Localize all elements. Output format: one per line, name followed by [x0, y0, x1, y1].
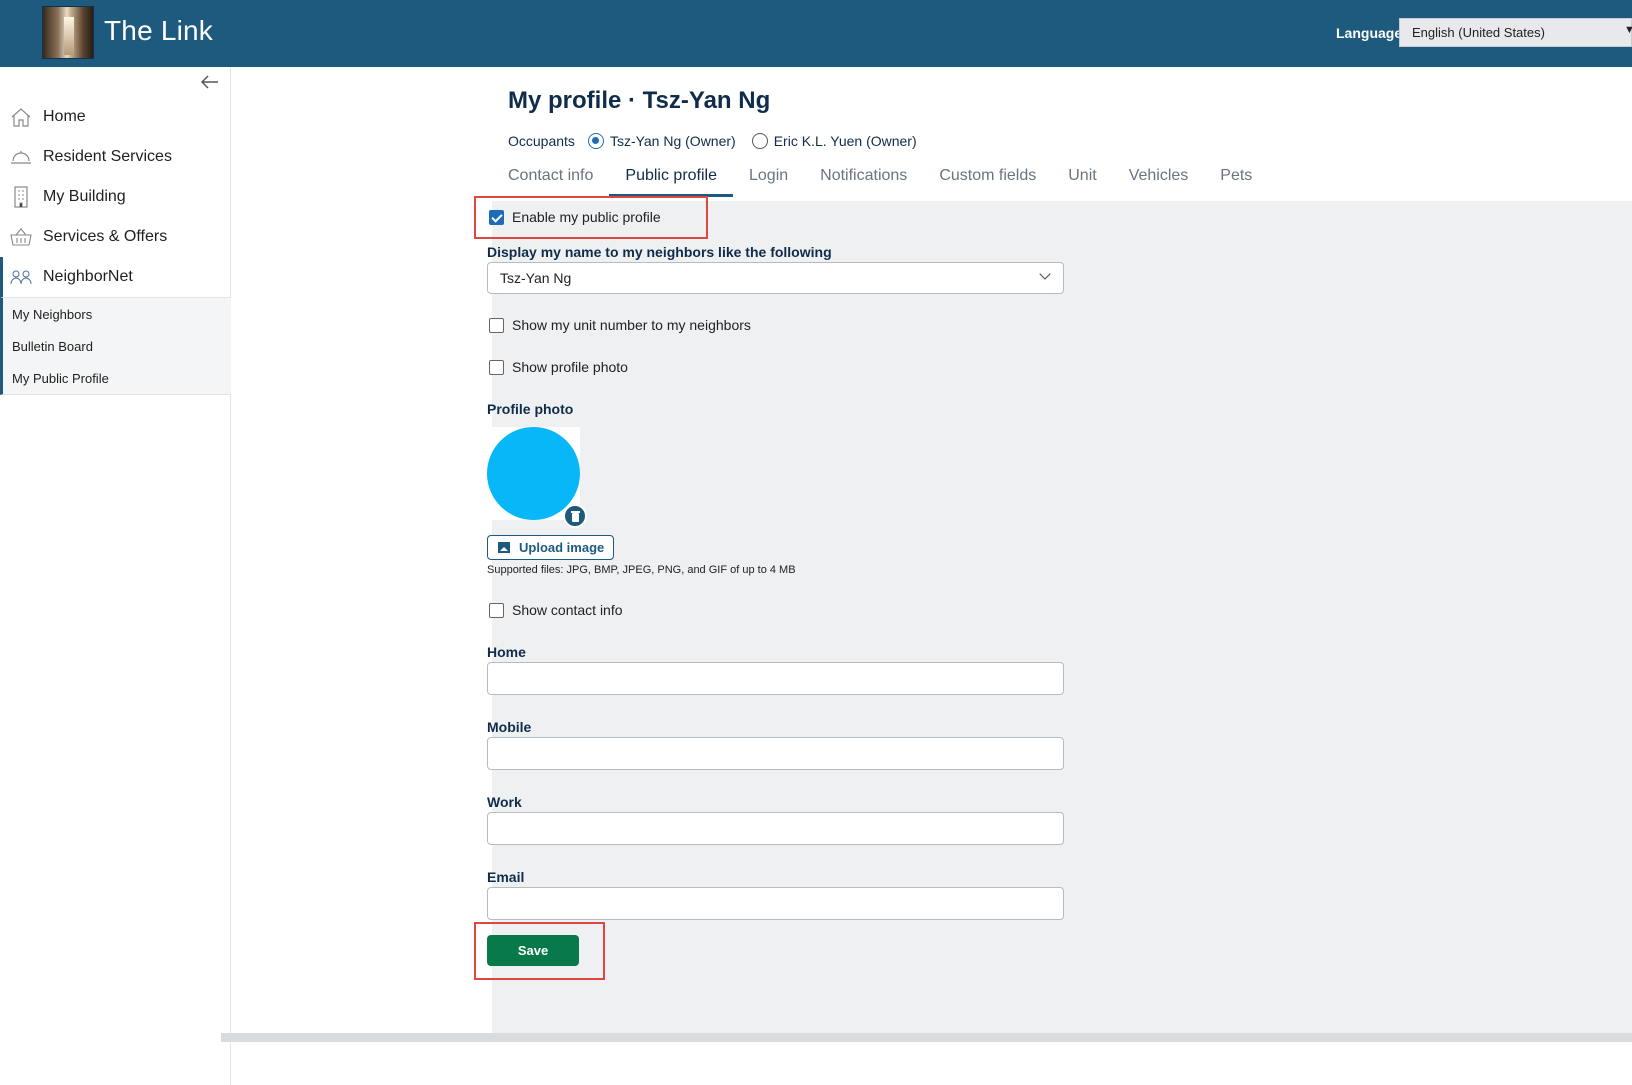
tab-pets[interactable]: Pets [1204, 159, 1268, 197]
occupant-name: Tsz-Yan Ng (Owner) [609, 133, 736, 149]
sidebar-item-label: NeighborNet [43, 268, 133, 285]
sidebar-item-resident-services[interactable]: Resident Services [0, 137, 231, 177]
horizontal-scrollbar[interactable] [221, 1033, 1632, 1042]
upload-hint: Supported files: JPG, BMP, JPEG, PNG, an… [487, 564, 796, 576]
mobile-label: Mobile [487, 719, 532, 735]
top-bar: The Link Language: English (United State… [0, 0, 1632, 67]
page-title: My profile · Tsz-Yan Ng [508, 87, 771, 114]
show-unit-label: Show my unit number to my neighbors [512, 317, 751, 333]
tab-vehicles[interactable]: Vehicles [1113, 159, 1205, 197]
home-phone-input[interactable] [487, 662, 1064, 695]
display-name-select[interactable]: Tsz-Yan Ng [487, 262, 1064, 294]
tab-public-profile[interactable]: Public profile [609, 159, 733, 197]
main-content: My profile · Tsz-Yan Ng Occupants Tsz-Ya… [232, 67, 1632, 1085]
language-label: Language: [1336, 25, 1407, 41]
email-input[interactable] [487, 887, 1064, 920]
submenu-item-bulletin-board[interactable]: Bulletin Board [3, 330, 231, 362]
sidebar-item-my-building[interactable]: My Building [0, 177, 231, 217]
submenu-item-my-public-profile[interactable]: My Public Profile [3, 362, 231, 394]
radio-unselected[interactable] [751, 133, 768, 149]
work-phone-input[interactable] [487, 812, 1064, 845]
sidebar-item-label: My Building [43, 188, 126, 205]
show-contact-row[interactable]: Show contact info [489, 602, 623, 618]
highlight-box [474, 196, 708, 239]
profile-photo-label: Profile photo [487, 401, 574, 417]
basket-icon [10, 226, 32, 248]
image-icon [498, 542, 510, 553]
tab-contact-info[interactable]: Contact info [508, 159, 609, 197]
sidebar-item-services-offers[interactable]: Services & Offers [0, 217, 231, 257]
submenu-item-my-neighbors[interactable]: My Neighbors [3, 298, 231, 330]
occupants-selector: Occupants Tsz-Yan Ng (Owner) Eric K.L. Y… [508, 133, 933, 149]
language-select[interactable]: English (United States) [1399, 18, 1632, 47]
display-name-value: Tsz-Yan Ng [500, 270, 572, 286]
neighbornet-submenu: My Neighbors Bulletin Board My Public Pr… [0, 297, 231, 395]
tab-unit[interactable]: Unit [1052, 159, 1112, 197]
show-photo-row[interactable]: Show profile photo [489, 359, 628, 375]
chevron-down-icon [1039, 268, 1051, 280]
sidebar-item-label: Home [43, 108, 86, 125]
upload-image-label: Upload image [519, 540, 605, 555]
tab-notifications[interactable]: Notifications [804, 159, 923, 197]
occupant-name: Eric K.L. Yuen (Owner) [773, 133, 917, 149]
work-label: Work [487, 794, 522, 810]
sidebar-item-label: Services & Offers [43, 228, 168, 245]
show-photo-label: Show profile photo [512, 359, 628, 375]
show-photo-checkbox[interactable] [489, 359, 504, 375]
highlight-box [474, 922, 605, 980]
occupants-label: Occupants [508, 133, 575, 149]
mobile-phone-input[interactable] [487, 737, 1064, 770]
sidebar: Home Resident Services My Building Servi… [0, 67, 231, 1085]
sidebar-item-home[interactable]: Home [0, 97, 231, 137]
tab-login[interactable]: Login [733, 159, 804, 197]
occupant-option-1[interactable]: Tsz-Yan Ng (Owner) [587, 133, 736, 149]
profile-tabs: Contact info Public profile Login Notifi… [508, 159, 1268, 197]
tab-custom-fields[interactable]: Custom fields [923, 159, 1052, 197]
show-contact-checkbox[interactable] [489, 602, 504, 618]
sidebar-nav: Home Resident Services My Building Servi… [0, 97, 231, 395]
people-icon [10, 266, 32, 288]
show-contact-label: Show contact info [512, 602, 623, 618]
radio-selected[interactable] [587, 133, 604, 149]
home-label: Home [487, 644, 526, 660]
sidebar-item-label: Resident Services [43, 148, 172, 165]
building-logo-image[interactable] [42, 6, 94, 59]
show-unit-row[interactable]: Show my unit number to my neighbors [489, 317, 751, 333]
caret-down-icon[interactable]: ▼ [1624, 24, 1632, 36]
display-name-label: Display my name to my neighbors like the… [487, 244, 832, 260]
upload-image-button[interactable]: Upload image [487, 535, 614, 560]
collapse-sidebar-arrow-icon[interactable] [198, 73, 222, 93]
email-label: Email [487, 869, 525, 885]
building-icon [10, 186, 32, 208]
brand-title[interactable]: The Link [104, 15, 213, 47]
home-icon [10, 106, 32, 128]
show-unit-checkbox[interactable] [489, 317, 504, 333]
trash-icon[interactable] [563, 504, 587, 528]
concierge-bell-icon [10, 146, 32, 168]
occupant-option-2[interactable]: Eric K.L. Yuen (Owner) [751, 133, 917, 149]
sidebar-item-neighbornet[interactable]: NeighborNet [0, 257, 231, 297]
